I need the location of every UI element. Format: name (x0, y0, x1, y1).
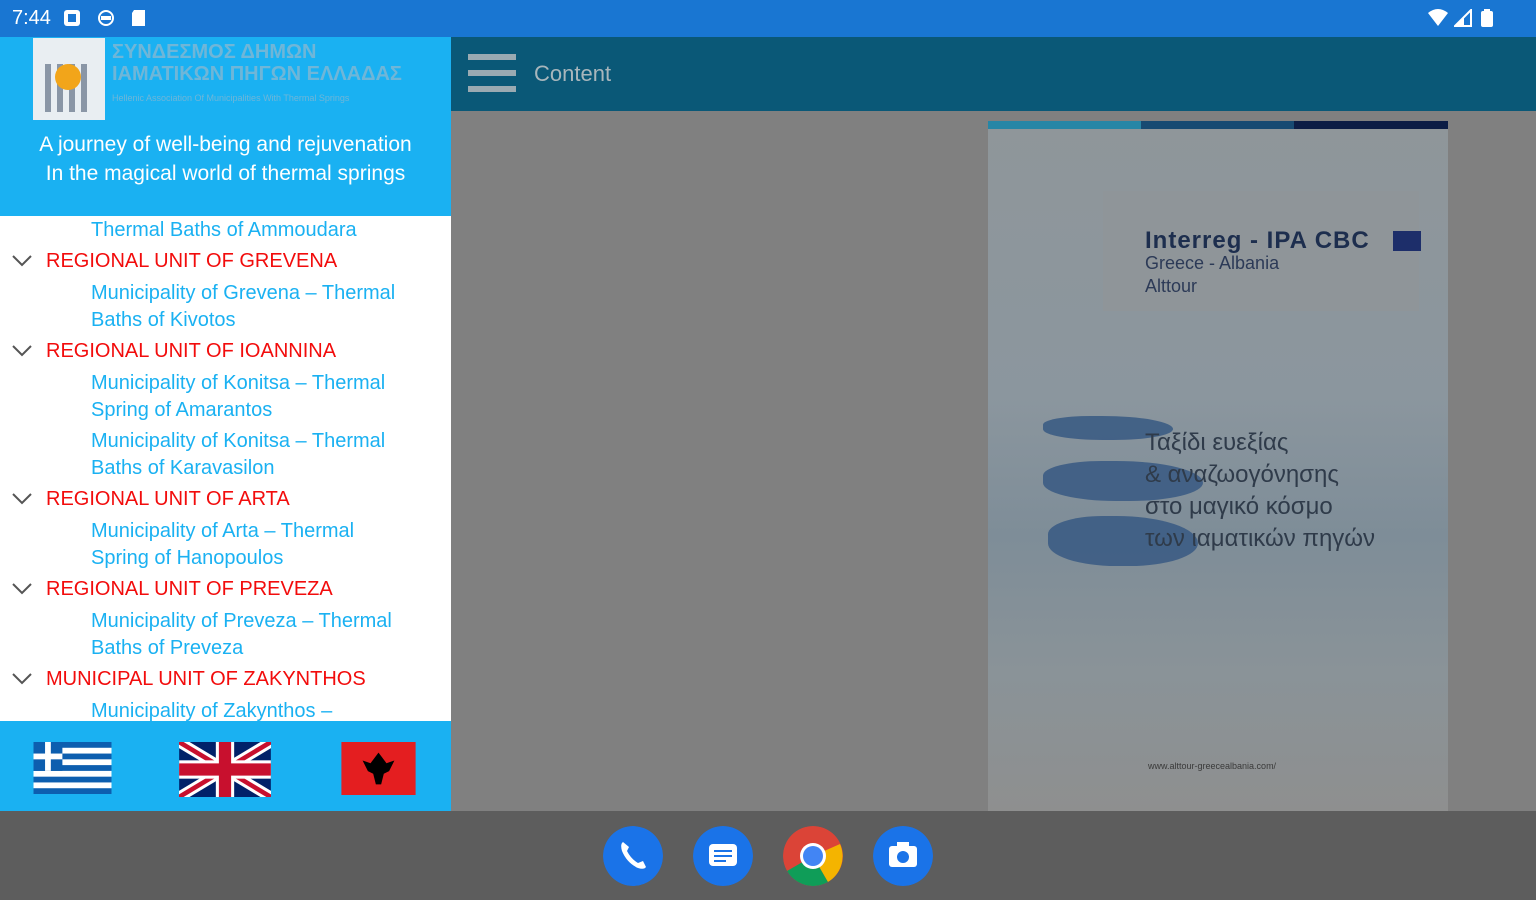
brochure-image[interactable]: Interreg - IPA CBC Greece - Albania Altt… (988, 121, 1448, 811)
brochure-sub2: Alttour (1145, 276, 1198, 296)
menu-icon[interactable] (468, 54, 516, 94)
wifi-icon (1428, 9, 1448, 26)
brochure-greek-line1: Ταξίδι ευεξίας (1145, 429, 1289, 456)
camera-icon[interactable] (873, 826, 933, 886)
list-item[interactable]: Municipality of Arta – Thermal Spring of… (0, 518, 451, 572)
list-item[interactable]: Municipality of Grevena – Thermal Baths … (0, 280, 451, 334)
tagline-line2: In the magical world of thermal springs (45, 162, 406, 185)
region-header-preveza[interactable]: REGIONAL UNIT OF PREVEZA (0, 578, 451, 601)
region-header-zakynthos[interactable]: MUNICIPAL UNIT OF ZAKYNTHOS (0, 668, 451, 691)
signal-icon (1454, 9, 1472, 27)
navigation-bar (0, 811, 1536, 900)
brochure-greek-line3: στο μαγικό κόσμο (1145, 493, 1333, 520)
list-item[interactable]: Municipality of Konitsa – Thermal Spring… (0, 370, 451, 424)
brochure-sub1: Greece - Albania (1145, 253, 1280, 273)
sd-card-icon (132, 10, 145, 26)
app-bar: Content (451, 37, 1536, 111)
chevron-down-icon (12, 345, 32, 357)
chevron-down-icon (12, 583, 32, 595)
list-item[interactable]: Municipality of Zakynthos – (0, 698, 451, 721)
app-bar-title: Content (534, 61, 612, 86)
phone-icon[interactable] (603, 826, 663, 886)
region-header-arta[interactable]: REGIONAL UNIT OF ARTA (0, 488, 451, 511)
messages-icon[interactable] (693, 826, 753, 886)
chrome-icon[interactable] (783, 826, 843, 886)
navigation-drawer: ΣΥΝΔΕΣΜΟΣ ΔΗΜΩΝ ΙΑΜΑΤΙΚΩΝ ΠΗΓΩΝ ΕΛΛΑΔΑΣ … (0, 37, 451, 811)
chevron-down-icon (12, 255, 32, 267)
association-logo (33, 38, 105, 120)
tagline-line1: A journey of well-being and rejuvenation (39, 133, 412, 156)
list-item[interactable]: Municipality of Konitsa – Thermal Baths … (0, 428, 451, 482)
region-header-grevena[interactable]: REGIONAL UNIT OF GREVENA (0, 250, 451, 273)
chevron-down-icon (12, 673, 32, 685)
sync-icon (98, 10, 114, 26)
org-title-line1: ΣΥΝΔΕΣΜΟΣ ΔΗΜΩΝ (112, 41, 317, 63)
list-item[interactable]: Thermal Baths of Ammoudara (0, 217, 451, 244)
eu-flag-icon (1393, 231, 1421, 251)
chevron-down-icon (12, 493, 32, 505)
brochure-brand: Interreg - IPA CBC (1145, 227, 1370, 254)
org-subtitle: Hellenic Association Of Municipalities W… (112, 93, 350, 103)
language-bar (0, 721, 451, 811)
greek-flag[interactable] (33, 742, 112, 794)
list-item[interactable]: Municipality of Preveza – Thermal Baths … (0, 608, 451, 662)
uk-flag[interactable] (179, 742, 271, 797)
brochure-url: www.alttour-greecealbania.com/ (1148, 761, 1277, 771)
brochure-greek-line2: & αναζωογόνησης (1145, 461, 1339, 488)
drawer-list: Thermal Baths of Ammoudara REGIONAL UNIT… (0, 216, 451, 721)
drawer-header: ΣΥΝΔΕΣΜΟΣ ΔΗΜΩΝ ΙΑΜΑΤΙΚΩΝ ΠΗΓΩΝ ΕΛΛΑΔΑΣ … (0, 37, 451, 216)
notification-icon (64, 10, 80, 26)
content-area: Interreg - IPA CBC Greece - Albania Altt… (451, 111, 1536, 811)
org-title-line2: ΙΑΜΑΤΙΚΩΝ ΠΗΓΩΝ ΕΛΛΑΔΑΣ (112, 63, 402, 85)
region-header-ioannina[interactable]: REGIONAL UNIT OF IOANNINA (0, 340, 451, 363)
albanian-flag[interactable] (341, 742, 416, 795)
brochure-greek-line4: των ιαματικών πηγών (1145, 525, 1376, 552)
battery-icon (1481, 9, 1493, 27)
status-bar: 7:44 (0, 0, 1536, 37)
status-time: 7:44 (12, 7, 51, 29)
